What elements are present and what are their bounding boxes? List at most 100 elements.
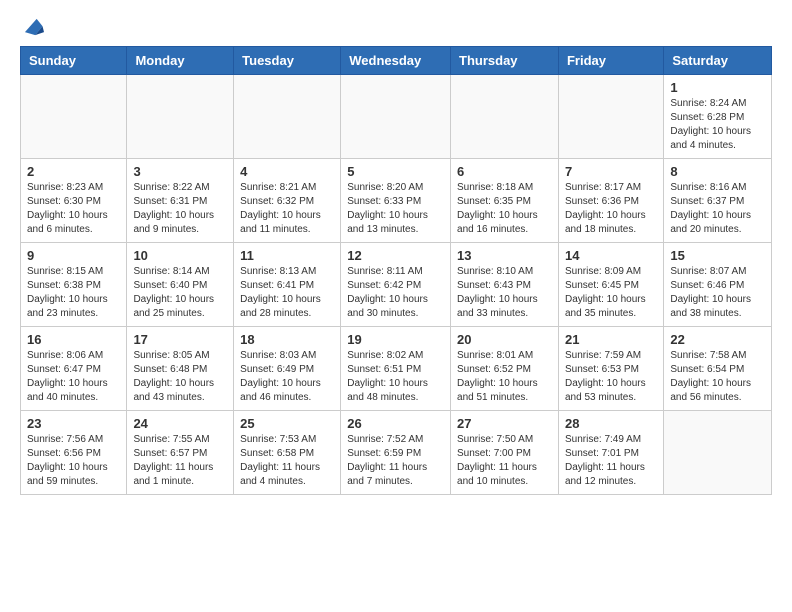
day-info: Sunrise: 7:50 AM Sunset: 7:00 PM Dayligh…: [457, 433, 552, 489]
day-number: 17: [133, 332, 227, 347]
calendar-cell: 5 Sunrise: 8:20 AM Sunset: 6:33 PM Daylig…: [341, 158, 451, 242]
calendar-cell: 6 Sunrise: 8:18 AM Sunset: 6:35 PM Daylig…: [451, 158, 559, 242]
calendar-cell: 11 Sunrise: 8:13 AM Sunset: 6:41 PM Dayli…: [234, 242, 341, 326]
calendar-cell: [127, 74, 234, 158]
day-number: 16: [27, 332, 120, 347]
day-info: Sunrise: 8:05 AM Sunset: 6:48 PM Dayligh…: [133, 349, 227, 405]
day-number: 5: [347, 164, 444, 179]
calendar-cell: 16 Sunrise: 8:06 AM Sunset: 6:47 PM Dayli…: [21, 326, 127, 410]
calendar-cell: 17 Sunrise: 8:05 AM Sunset: 6:48 PM Dayli…: [127, 326, 234, 410]
calendar-cell: 1 Sunrise: 8:24 AM Sunset: 6:28 PM Daylig…: [664, 74, 772, 158]
calendar-cell: 9 Sunrise: 8:15 AM Sunset: 6:38 PM Daylig…: [21, 242, 127, 326]
header: [20, 16, 772, 40]
day-info: Sunrise: 7:49 AM Sunset: 7:01 PM Dayligh…: [565, 433, 657, 489]
day-info: Sunrise: 7:59 AM Sunset: 6:53 PM Dayligh…: [565, 349, 657, 405]
weekday-header-wednesday: Wednesday: [341, 46, 451, 74]
calendar-cell: 20Sunrise: 8:01 AM Sunset: 6:52 PM Dayli…: [451, 326, 559, 410]
day-number: 26: [347, 416, 444, 431]
day-info: Sunrise: 8:22 AM Sunset: 6:31 PM Dayligh…: [133, 181, 227, 237]
calendar-cell: 27 Sunrise: 7:50 AM Sunset: 7:00 PM Dayli…: [451, 410, 559, 494]
calendar-cell: 19 Sunrise: 8:02 AM Sunset: 6:51 PM Dayli…: [341, 326, 451, 410]
day-info: Sunrise: 8:10 AM Sunset: 6:43 PM Dayligh…: [457, 265, 552, 321]
day-info: Sunrise: 8:03 AM Sunset: 6:49 PM Dayligh…: [240, 349, 334, 405]
day-number: 22: [670, 332, 765, 347]
calendar-cell: 24Sunrise: 7:55 AM Sunset: 6:57 PM Dayli…: [127, 410, 234, 494]
day-number: 21: [565, 332, 657, 347]
week-row-4: 23 Sunrise: 7:56 AM Sunset: 6:56 PM Dayli…: [21, 410, 772, 494]
day-info: Sunrise: 8:15 AM Sunset: 6:38 PM Dayligh…: [27, 265, 120, 321]
day-info: Sunrise: 7:56 AM Sunset: 6:56 PM Dayligh…: [27, 433, 120, 489]
week-row-2: 9 Sunrise: 8:15 AM Sunset: 6:38 PM Daylig…: [21, 242, 772, 326]
calendar-cell: 12 Sunrise: 8:11 AM Sunset: 6:42 PM Dayli…: [341, 242, 451, 326]
day-info: Sunrise: 8:14 AM Sunset: 6:40 PM Dayligh…: [133, 265, 227, 321]
day-number: 20: [457, 332, 552, 347]
calendar-cell: 7 Sunrise: 8:17 AM Sunset: 6:36 PM Daylig…: [558, 158, 663, 242]
weekday-header-saturday: Saturday: [664, 46, 772, 74]
calendar-cell: [558, 74, 663, 158]
day-info: Sunrise: 8:17 AM Sunset: 6:36 PM Dayligh…: [565, 181, 657, 237]
weekday-header-tuesday: Tuesday: [234, 46, 341, 74]
calendar-cell: [21, 74, 127, 158]
day-info: Sunrise: 8:20 AM Sunset: 6:33 PM Dayligh…: [347, 181, 444, 237]
calendar-cell: 4Sunrise: 8:21 AM Sunset: 6:32 PM Daylig…: [234, 158, 341, 242]
day-number: 12: [347, 248, 444, 263]
calendar-cell: 10 Sunrise: 8:14 AM Sunset: 6:40 PM Dayli…: [127, 242, 234, 326]
day-info: Sunrise: 8:11 AM Sunset: 6:42 PM Dayligh…: [347, 265, 444, 321]
calendar-cell: 26 Sunrise: 7:52 AM Sunset: 6:59 PM Dayli…: [341, 410, 451, 494]
weekday-header-friday: Friday: [558, 46, 663, 74]
day-number: 25: [240, 416, 334, 431]
calendar-cell: 25 Sunrise: 7:53 AM Sunset: 6:58 PM Dayli…: [234, 410, 341, 494]
calendar-cell: [451, 74, 559, 158]
calendar-cell: 14 Sunrise: 8:09 AM Sunset: 6:45 PM Dayli…: [558, 242, 663, 326]
page: SundayMondayTuesdayWednesdayThursdayFrid…: [0, 0, 792, 612]
day-info: Sunrise: 8:06 AM Sunset: 6:47 PM Dayligh…: [27, 349, 120, 405]
calendar-cell: 28Sunrise: 7:49 AM Sunset: 7:01 PM Dayli…: [558, 410, 663, 494]
calendar-cell: 22Sunrise: 7:58 AM Sunset: 6:54 PM Dayli…: [664, 326, 772, 410]
calendar-cell: 15 Sunrise: 8:07 AM Sunset: 6:46 PM Dayli…: [664, 242, 772, 326]
calendar: SundayMondayTuesdayWednesdayThursdayFrid…: [20, 46, 772, 495]
day-number: 18: [240, 332, 334, 347]
day-number: 6: [457, 164, 552, 179]
weekday-header-sunday: Sunday: [21, 46, 127, 74]
day-number: 11: [240, 248, 334, 263]
day-number: 1: [670, 80, 765, 95]
day-number: 3: [133, 164, 227, 179]
day-info: Sunrise: 8:23 AM Sunset: 6:30 PM Dayligh…: [27, 181, 120, 237]
day-info: Sunrise: 8:13 AM Sunset: 6:41 PM Dayligh…: [240, 265, 334, 321]
day-number: 7: [565, 164, 657, 179]
logo: [20, 20, 44, 40]
day-info: Sunrise: 8:09 AM Sunset: 6:45 PM Dayligh…: [565, 265, 657, 321]
calendar-cell: [664, 410, 772, 494]
day-number: 4: [240, 164, 334, 179]
day-info: Sunrise: 7:53 AM Sunset: 6:58 PM Dayligh…: [240, 433, 334, 489]
calendar-cell: 2 Sunrise: 8:23 AM Sunset: 6:30 PM Daylig…: [21, 158, 127, 242]
day-number: 8: [670, 164, 765, 179]
calendar-cell: 13 Sunrise: 8:10 AM Sunset: 6:43 PM Dayli…: [451, 242, 559, 326]
calendar-cell: 18 Sunrise: 8:03 AM Sunset: 6:49 PM Dayli…: [234, 326, 341, 410]
weekday-header-thursday: Thursday: [451, 46, 559, 74]
day-number: 10: [133, 248, 227, 263]
week-row-3: 16 Sunrise: 8:06 AM Sunset: 6:47 PM Dayli…: [21, 326, 772, 410]
day-info: Sunrise: 8:07 AM Sunset: 6:46 PM Dayligh…: [670, 265, 765, 321]
calendar-cell: 23 Sunrise: 7:56 AM Sunset: 6:56 PM Dayli…: [21, 410, 127, 494]
calendar-cell: [341, 74, 451, 158]
weekday-header-row: SundayMondayTuesdayWednesdayThursdayFrid…: [21, 46, 772, 74]
day-number: 24: [133, 416, 227, 431]
day-info: Sunrise: 7:52 AM Sunset: 6:59 PM Dayligh…: [347, 433, 444, 489]
day-number: 15: [670, 248, 765, 263]
calendar-cell: 3 Sunrise: 8:22 AM Sunset: 6:31 PM Daylig…: [127, 158, 234, 242]
day-number: 9: [27, 248, 120, 263]
day-number: 19: [347, 332, 444, 347]
day-number: 2: [27, 164, 120, 179]
day-number: 23: [27, 416, 120, 431]
day-info: Sunrise: 8:18 AM Sunset: 6:35 PM Dayligh…: [457, 181, 552, 237]
week-row-1: 2 Sunrise: 8:23 AM Sunset: 6:30 PM Daylig…: [21, 158, 772, 242]
day-info: Sunrise: 8:16 AM Sunset: 6:37 PM Dayligh…: [670, 181, 765, 237]
calendar-cell: 8 Sunrise: 8:16 AM Sunset: 6:37 PM Daylig…: [664, 158, 772, 242]
day-number: 14: [565, 248, 657, 263]
day-info: Sunrise: 8:24 AM Sunset: 6:28 PM Dayligh…: [670, 97, 765, 153]
logo-icon: [22, 16, 44, 38]
day-info: Sunrise: 8:02 AM Sunset: 6:51 PM Dayligh…: [347, 349, 444, 405]
day-number: 13: [457, 248, 552, 263]
day-number: 27: [457, 416, 552, 431]
